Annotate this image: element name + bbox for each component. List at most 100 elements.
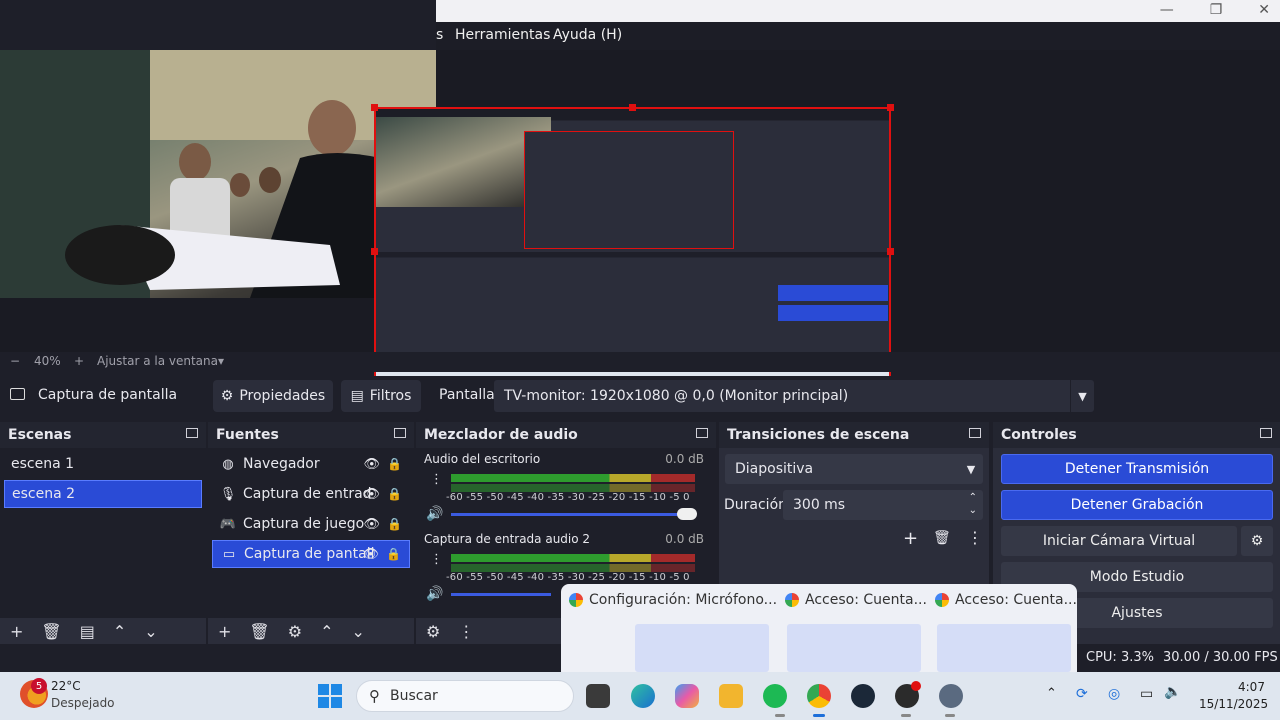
settings-gear-icon[interactable] <box>939 684 963 708</box>
more-vertical-icon[interactable]: ⋮ <box>967 528 983 547</box>
menu-item-partial[interactable]: s <box>436 27 443 43</box>
clock-time[interactable]: 4:07 <box>1238 680 1265 694</box>
lock-icon[interactable]: 🔒 <box>387 487 402 501</box>
display-select[interactable]: TV-monitor: 1920x1080 @ 0,0 (Monitor pri… <box>494 380 1094 412</box>
network-icon[interactable]: ◎ <box>1108 686 1120 702</box>
mixer-title: Mezclador de audio <box>424 427 578 443</box>
add-icon[interactable]: + <box>903 528 918 549</box>
volume-knob[interactable] <box>677 508 697 520</box>
filters-button[interactable]: ▤ Filtros <box>341 380 421 412</box>
more-vertical-icon[interactable]: ⋮ <box>458 622 474 641</box>
undock-icon[interactable] <box>1260 428 1272 438</box>
close-button[interactable]: ✕ <box>1258 2 1270 18</box>
stop-recording-button[interactable]: Detener Grabación <box>1001 490 1273 520</box>
fit-window-button[interactable]: Ajustar a la ventana <box>97 354 218 368</box>
minimize-button[interactable]: — <box>1160 2 1174 18</box>
chevron-down-icon[interactable]: ⌄ <box>351 622 364 641</box>
stop-streaming-button[interactable]: Detener Transmisión <box>1001 454 1273 484</box>
lock-icon[interactable]: 🔒 <box>387 457 402 471</box>
zoom-out-button[interactable]: − <box>10 354 20 368</box>
gear-icon[interactable]: ⚙ <box>288 622 302 641</box>
file-explorer-icon[interactable] <box>719 684 743 708</box>
clock-date[interactable]: 15/11/2025 <box>1199 697 1268 711</box>
webcam-video-source[interactable] <box>0 50 436 298</box>
eye-icon[interactable]: 👁 <box>363 487 380 502</box>
filter-icon[interactable]: ▤ <box>80 622 95 641</box>
preview-thumbnail[interactable] <box>937 624 1071 672</box>
google-icon <box>935 593 949 607</box>
preview-thumbnail[interactable] <box>635 624 769 672</box>
sources-toolbar: + 🗑 ⚙ ⌃ ⌄ <box>208 618 414 644</box>
preview-canvas[interactable] <box>0 50 1280 400</box>
resize-handle[interactable] <box>371 104 378 111</box>
steam-icon[interactable] <box>851 684 875 708</box>
volume-slider[interactable] <box>451 508 697 520</box>
transition-select[interactable]: Diapositiva ▼ <box>725 454 983 484</box>
chevron-up-icon[interactable]: ⌃ <box>113 622 126 641</box>
menu-item-help[interactable]: Ayuda (H) <box>553 27 622 43</box>
virtual-camera-button[interactable]: Iniciar Cámara Virtual <box>1001 526 1237 556</box>
source-item[interactable]: ◍ Navegador 👁 🔒 <box>212 450 410 478</box>
source-item-selected[interactable]: ▭ Captura de pantall 👁 🔒 <box>212 540 410 568</box>
eye-icon[interactable]: 👁 <box>363 457 380 472</box>
taskbar-search[interactable]: ⚲ Buscar <box>356 680 574 712</box>
more-vertical-icon[interactable]: ⋮ <box>430 552 443 567</box>
edge-icon[interactable] <box>631 684 655 708</box>
zoom-dropdown-icon[interactable]: ▾ <box>218 354 224 368</box>
chrome-preview-title[interactable]: Acceso: Cuenta... <box>785 592 927 608</box>
undock-icon[interactable] <box>186 428 198 438</box>
eye-icon[interactable]: 👁 <box>362 547 379 562</box>
speaker-icon[interactable]: 🔊 <box>426 586 443 602</box>
resize-handle[interactable] <box>887 248 894 255</box>
task-view-icon[interactable] <box>586 684 610 708</box>
chrome-window-previews: Configuración: Micrófono... Acceso: Cuen… <box>561 584 1077 672</box>
trash-icon[interactable]: 🗑 <box>41 622 61 641</box>
undock-icon[interactable] <box>969 428 981 438</box>
advanced-audio-icon[interactable]: ⚙ <box>426 622 440 641</box>
chrome-preview-title[interactable]: Acceso: Cuenta... <box>935 592 1077 608</box>
scene-item-selected[interactable]: escena 2 <box>4 480 202 508</box>
resize-handle[interactable] <box>371 248 378 255</box>
chevron-up-icon[interactable]: ⌃ <box>320 622 333 641</box>
volume-slider[interactable] <box>451 593 551 596</box>
start-tile <box>318 697 329 708</box>
microphone-icon: 🎙 <box>219 486 237 502</box>
chrome-icon[interactable] <box>807 684 831 708</box>
resize-handle[interactable] <box>887 104 894 111</box>
scenes-toolbar: + 🗑 ▤ ⌃ ⌄ <box>0 618 206 644</box>
properties-button[interactable]: ⚙ Propiedades <box>213 380 333 412</box>
lock-icon[interactable]: 🔒 <box>387 517 402 531</box>
controls-title: Controles <box>1001 427 1077 443</box>
windows-start-icon[interactable] <box>318 684 342 708</box>
eye-icon[interactable]: 👁 <box>363 517 380 532</box>
sync-icon[interactable]: ⟳ <box>1076 686 1088 702</box>
add-icon[interactable]: + <box>10 622 23 641</box>
virtual-camera-settings-button[interactable]: ⚙ <box>1241 526 1273 556</box>
source-item[interactable]: 🎙 Captura de entrad 👁 🔒 <box>212 480 410 508</box>
trash-icon[interactable]: 🗑 <box>933 530 951 546</box>
resize-handle[interactable] <box>629 104 636 111</box>
trash-icon[interactable]: 🗑 <box>249 622 269 641</box>
chevron-up-icon[interactable]: ⌃ <box>1046 686 1057 701</box>
undock-icon[interactable] <box>394 428 406 438</box>
duration-spinbox[interactable]: 300 ms ⌃ ⌄ <box>783 490 983 520</box>
more-vertical-icon[interactable]: ⋮ <box>430 472 443 487</box>
chevron-down-icon[interactable]: ⌄ <box>144 622 157 641</box>
lock-icon[interactable]: 🔒 <box>386 547 401 561</box>
gear-icon: ⚙ <box>1250 533 1264 549</box>
chrome-preview-title[interactable]: Configuración: Micrófono... <box>569 592 777 608</box>
spotify-icon[interactable] <box>763 684 787 708</box>
menu-item-tools[interactable]: Herramientas <box>455 27 550 43</box>
scene-item[interactable]: escena 1 <box>4 450 202 478</box>
add-icon[interactable]: + <box>218 622 231 641</box>
undock-icon[interactable] <box>696 428 708 438</box>
volume-icon[interactable]: 🔈 <box>1164 684 1181 700</box>
zoom-in-button[interactable]: + <box>74 354 84 368</box>
display-icon[interactable]: ▭ <box>1140 686 1153 702</box>
maximize-button[interactable]: ❐ <box>1210 2 1223 18</box>
speaker-icon[interactable]: 🔊 <box>426 506 443 522</box>
source-item[interactable]: 🎮 Captura de juego 👁 🔒 <box>212 510 410 538</box>
copilot-icon[interactable] <box>675 684 699 708</box>
preview-thumbnail[interactable] <box>787 624 921 672</box>
spin-arrows-icon[interactable]: ⌃ ⌄ <box>969 491 977 517</box>
